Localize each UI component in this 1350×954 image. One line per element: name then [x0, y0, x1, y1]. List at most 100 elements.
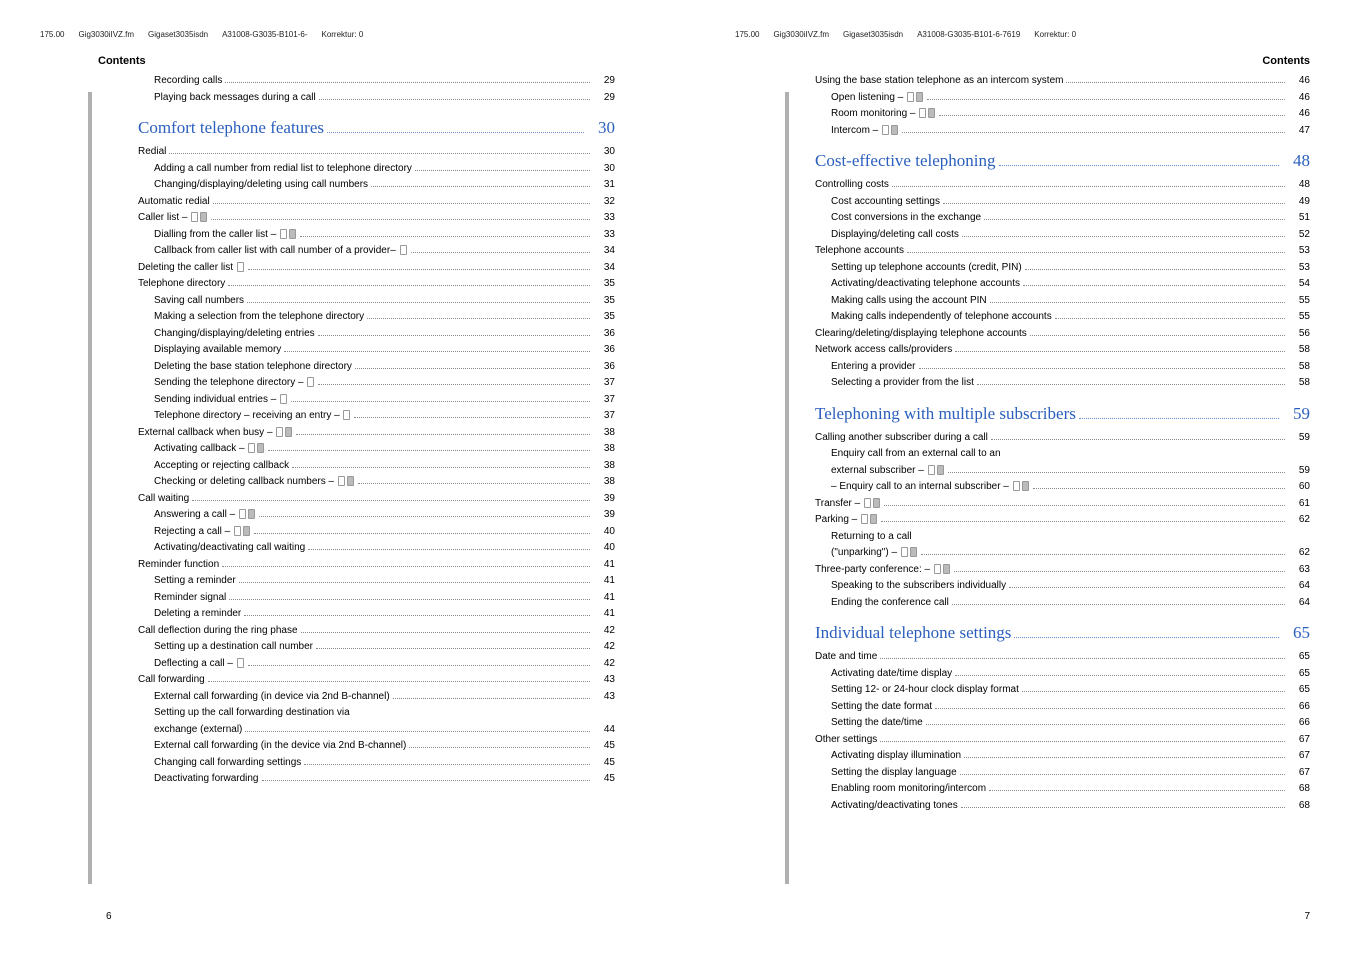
toc-text: Telephone directory — [138, 276, 225, 293]
toc-page: 33 — [593, 227, 615, 244]
toc-page: 40 — [593, 524, 615, 541]
toc-entry: Answering a call – 39 — [154, 507, 615, 524]
toc-text: Accepting or rejecting callback — [154, 458, 289, 475]
leader-dots — [1033, 488, 1285, 489]
toc-page: 38 — [593, 425, 615, 442]
toc-text: Telephone directory – receiving an entry… — [154, 408, 351, 425]
toc-page: 67 — [1288, 765, 1310, 782]
toc-text: Telephone accounts — [815, 243, 904, 260]
toc-entry: Callback from caller list with call numb… — [154, 243, 615, 260]
toc-page: 65 — [1288, 666, 1310, 683]
toc-text: Displaying/deleting call costs — [831, 227, 959, 244]
handset-icon — [907, 92, 914, 102]
toc-entry: Sending the telephone directory – 37 — [154, 375, 615, 392]
toc-text: Setting the display language — [831, 765, 957, 782]
toc-entry: Calling another subscriber during a call… — [815, 430, 1310, 447]
handset-icon — [901, 547, 908, 557]
toc-entry: Dialling from the caller list – 33 — [154, 227, 615, 244]
toc-page: 34 — [593, 243, 615, 260]
toc-text: Deflecting a call – — [154, 656, 245, 673]
toc-entry: Activating date/time display65 — [831, 666, 1310, 683]
toc-text: Saving call numbers — [154, 293, 244, 310]
toc-entry: Parking – 62 — [815, 512, 1310, 529]
toc-entry: Clearing/deleting/displaying telephone a… — [815, 326, 1310, 343]
toc-text: Speaking to the subscribers individually — [831, 578, 1006, 595]
leader-dots — [1022, 691, 1285, 692]
toc-page: 59 — [1288, 430, 1310, 447]
toc-entry: Reminder signal41 — [154, 590, 615, 607]
hdr: Korrektur: 0 — [1034, 30, 1076, 39]
toc-text: external subscriber – — [831, 463, 945, 480]
toc-entry: Other settings67 — [815, 732, 1310, 749]
toc-page: 59 — [1282, 404, 1310, 424]
leader-dots — [881, 521, 1285, 522]
toc-entry: Making calls independently of telephone … — [831, 309, 1310, 326]
toc-page: 42 — [593, 639, 615, 656]
toc-text: Setting up a destination call number — [154, 639, 313, 656]
toc-text: Parking – — [815, 512, 878, 529]
leader-dots — [1025, 269, 1285, 270]
toc-text: Making calls using the account PIN — [831, 293, 987, 310]
toc-entry: Activating/deactivating call waiting40 — [154, 540, 615, 557]
toc-text: Cost accounting settings — [831, 194, 940, 211]
toc-page: 65 — [1282, 623, 1310, 643]
toc-entry: Setting up telephone accounts (credit, P… — [831, 260, 1310, 277]
toc-entry: Telephone accounts53 — [815, 243, 1310, 260]
toc-entry: External call forwarding (in the device … — [154, 738, 615, 755]
toc-entry: Intercom – 47 — [831, 123, 1310, 140]
toc-page: 38 — [593, 458, 615, 475]
toc-entry: Enabling room monitoring/intercom68 — [831, 781, 1310, 798]
leader-dots — [962, 236, 1285, 237]
toc-page: 41 — [593, 557, 615, 574]
toc-entry: Setting the date/time66 — [831, 715, 1310, 732]
toc-text: Room monitoring – — [831, 106, 936, 123]
toc-text: ("unparking") – — [831, 545, 918, 562]
toc-text: Entering a provider — [831, 359, 916, 376]
toc-entry: Telephone directory35 — [138, 276, 615, 293]
toc-text: Rejecting a call – — [154, 524, 251, 541]
header-left: 175.00 Gig3030iIVZ.fm Gigaset3035isdn A3… — [40, 30, 615, 39]
toc-page: 68 — [1288, 798, 1310, 815]
leader-dots — [880, 741, 1285, 742]
handset-icon — [248, 443, 255, 453]
toc-text: Sending individual entries – — [154, 392, 288, 409]
handset-icon — [307, 377, 314, 387]
toc-entry: Making calls using the account PIN55 — [831, 293, 1310, 310]
toc-text: Checking or deleting callback numbers – — [154, 474, 355, 491]
toc-page: 59 — [1288, 463, 1310, 480]
hdr: A31008-G3035-B101-6-7619 — [917, 30, 1020, 39]
toc-right: Using the base station telephone as an i… — [815, 73, 1310, 814]
leader-dots — [1023, 285, 1285, 286]
leader-dots — [225, 82, 590, 83]
toc-entry: Setting 12- or 24-hour clock display for… — [831, 682, 1310, 699]
leader-dots — [1066, 82, 1285, 83]
spread: 175.00 Gig3030iIVZ.fm Gigaset3035isdn A3… — [0, 0, 1350, 954]
toc-text: – Enquiry call to an internal subscriber… — [831, 479, 1030, 496]
leader-dots — [222, 566, 590, 567]
handset-icon — [289, 229, 296, 239]
toc-page: 68 — [1288, 781, 1310, 798]
toc-text: Setting up telephone accounts (credit, P… — [831, 260, 1022, 277]
hdr: 175.00 — [735, 30, 759, 39]
handset-icon — [882, 125, 889, 135]
toc-entry: Enquiry call from an external call to an — [831, 446, 1310, 463]
toc-page: 56 — [1288, 326, 1310, 343]
leader-dots — [292, 467, 590, 468]
toc-text: Playing back messages during a call — [154, 90, 316, 107]
toc-entry: Controlling costs48 — [815, 177, 1310, 194]
toc-text: Setting a reminder — [154, 573, 236, 590]
toc-entry: Transfer – 61 — [815, 496, 1310, 513]
toc-text: Deleting the base station telephone dire… — [154, 359, 352, 376]
toc-entry: Activating display illumination67 — [831, 748, 1310, 765]
toc-text: Deactivating forwarding — [154, 771, 259, 788]
toc-entry: Using the base station telephone as an i… — [815, 73, 1310, 90]
toc-page: 48 — [1288, 177, 1310, 194]
toc-entry: external subscriber – 59 — [831, 463, 1310, 480]
handset-icon — [234, 526, 241, 536]
toc-entry: Caller list – 33 — [138, 210, 615, 227]
handset-icon — [916, 92, 923, 102]
toc-text: Changing/displaying/deleting entries — [154, 326, 315, 343]
toc-page: 54 — [1288, 276, 1310, 293]
toc-page: 46 — [1288, 90, 1310, 107]
toc-text: Telephoning with multiple subscribers — [815, 404, 1076, 424]
